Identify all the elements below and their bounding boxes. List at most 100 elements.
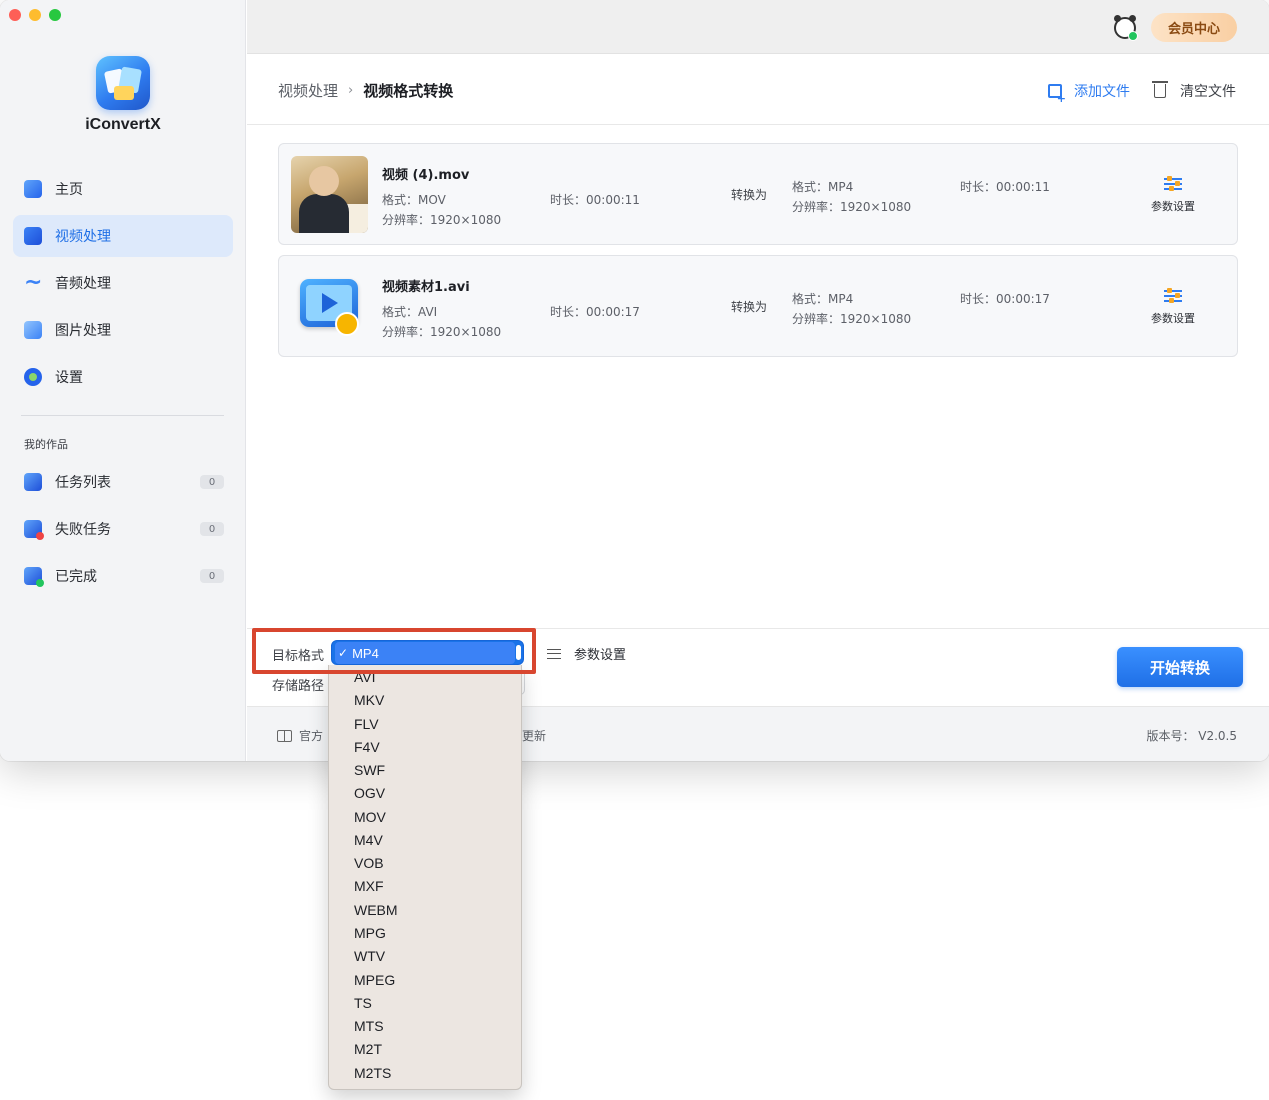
sidebar-divider xyxy=(21,415,224,416)
app-name: iConvertX xyxy=(85,116,161,133)
file-settings-button[interactable]: 参数设置 xyxy=(1145,176,1201,214)
format-option[interactable]: AVI xyxy=(354,668,376,686)
file-settings-label: 参数设置 xyxy=(1151,200,1195,213)
version-label: 版本号： V2.0.5 xyxy=(1146,729,1237,743)
global-settings-button[interactable]: 参数设置 xyxy=(547,644,626,663)
format-option[interactable]: OGV xyxy=(354,784,385,802)
format-option[interactable]: TS xyxy=(354,994,372,1012)
sidebar-item-label: 音频处理 xyxy=(55,276,111,292)
sidebar-item-failed-tasks[interactable]: 失败任务 0 xyxy=(13,508,233,550)
sidebar-item-settings[interactable]: 设置 xyxy=(13,356,233,398)
add-file-icon xyxy=(1048,84,1066,105)
video-thumbnail xyxy=(291,156,368,233)
breadcrumb: 视频处理 › 视频格式转换 xyxy=(278,80,453,101)
format-option[interactable]: MTS xyxy=(354,1017,384,1035)
count-badge: 0 xyxy=(200,522,224,536)
add-file-button[interactable]: 添加文件 xyxy=(1048,81,1130,105)
breadcrumb-parent[interactable]: 视频处理 xyxy=(278,80,338,101)
format-option[interactable]: WEBM xyxy=(354,901,398,919)
sidebar-item-audio[interactable]: 音频处理 xyxy=(13,262,233,304)
app-logo-icon xyxy=(96,56,150,110)
sidebar-item-label: 已完成 xyxy=(55,569,97,585)
close-window-button[interactable] xyxy=(9,9,21,21)
audio-wave-icon xyxy=(24,270,42,295)
file-card[interactable]: 视频 (4).mov 格式：MOV 分辨率：1920×1080 时长：00:00… xyxy=(278,143,1238,245)
sidebar-item-label: 图片处理 xyxy=(55,323,111,339)
format-option[interactable]: MOV xyxy=(354,808,386,826)
format-option[interactable]: VOB xyxy=(354,854,384,872)
source-format: 格式：MOV xyxy=(382,193,446,207)
sliders-icon xyxy=(547,648,561,659)
count-badge: 0 xyxy=(200,569,224,583)
format-option-label: MP4 xyxy=(352,645,379,661)
sidebar-item-label: 主页 xyxy=(55,182,83,198)
source-resolution: 分辨率：1920×1080 xyxy=(382,325,502,339)
convert-to-label: 转换为 xyxy=(731,300,768,314)
sidebar-item-label: 设置 xyxy=(55,370,83,386)
file-settings-button[interactable]: 参数设置 xyxy=(1145,288,1201,326)
my-works-title: 我的作品 xyxy=(24,438,68,451)
sidebar-item-video[interactable]: 视频处理 xyxy=(13,215,233,257)
output-duration: 时长：00:00:11 xyxy=(960,180,1050,194)
start-conversion-button[interactable]: 开始转换 xyxy=(1117,647,1243,687)
app-window: iConvertX 主页 视频处理 音频处理 图片处理 设置 xyxy=(0,0,1269,761)
window-controls xyxy=(9,9,61,21)
file-card[interactable]: 视频素材1.avi 格式：AVI 分辨率：1920×1080 时长：00:00:… xyxy=(278,255,1238,357)
output-format: 格式：MP4 xyxy=(792,292,854,306)
global-settings-label: 参数设置 xyxy=(574,648,627,663)
format-option[interactable]: M4V xyxy=(354,831,383,849)
output-duration: 时长：00:00:17 xyxy=(960,292,1050,306)
format-option[interactable]: MPG xyxy=(354,924,386,942)
sidebar-item-task-list[interactable]: 任务列表 0 xyxy=(13,461,233,503)
main-nav: 主页 视频处理 音频处理 图片处理 设置 xyxy=(13,168,233,403)
sidebar-item-completed[interactable]: 已完成 0 xyxy=(13,555,233,597)
format-option[interactable]: WTV xyxy=(354,947,385,965)
output-resolution: 分辨率：1920×1080 xyxy=(792,312,912,326)
zoom-window-button[interactable] xyxy=(49,9,61,21)
target-format-label: 目标格式 xyxy=(272,649,325,664)
source-format: 格式：AVI xyxy=(382,305,438,319)
format-option[interactable]: MXF xyxy=(354,877,384,895)
output-format: 格式：MP4 xyxy=(792,180,854,194)
top-bar: 会员中心 xyxy=(247,0,1269,54)
format-option[interactable]: MKV xyxy=(354,691,384,709)
clear-files-button[interactable]: 清空文件 xyxy=(1152,81,1236,101)
source-resolution: 分辨率：1920×1080 xyxy=(382,213,502,227)
breadcrumb-separator: › xyxy=(348,83,354,98)
minimize-window-button[interactable] xyxy=(29,9,41,21)
sidebar-item-image[interactable]: 图片处理 xyxy=(13,309,233,351)
trash-icon xyxy=(1152,81,1168,98)
update-link[interactable]: 更新 xyxy=(522,727,546,744)
sidebar-item-label: 任务列表 xyxy=(55,475,111,491)
format-option-selected[interactable]: ✓ MP4 xyxy=(335,642,515,664)
page-title: 视频格式转换 xyxy=(363,82,454,100)
official-label: 官方 xyxy=(299,729,324,743)
add-file-label: 添加文件 xyxy=(1074,84,1130,100)
file-settings-label: 参数设置 xyxy=(1151,312,1195,325)
format-option[interactable]: F4V xyxy=(354,738,380,756)
format-option[interactable]: SWF xyxy=(354,761,385,779)
video-file-icon xyxy=(291,268,368,345)
format-option[interactable]: MPEG xyxy=(354,971,395,989)
format-option[interactable]: FLV xyxy=(354,715,379,733)
checkmark-icon: ✓ xyxy=(338,646,349,660)
gear-icon xyxy=(24,368,42,386)
official-link[interactable]: 官方 xyxy=(277,727,323,744)
video-icon xyxy=(24,227,42,245)
book-icon xyxy=(277,729,292,742)
page-header: 视频处理 › 视频格式转换 添加文件 清空文件 xyxy=(247,54,1269,125)
source-duration: 时长：00:00:11 xyxy=(550,193,640,207)
avatar-status-icon xyxy=(1128,31,1138,41)
count-badge: 0 xyxy=(200,475,224,489)
task-list-icon xyxy=(24,473,42,491)
clear-files-label: 清空文件 xyxy=(1180,84,1236,100)
format-option[interactable]: M2TS xyxy=(354,1064,391,1082)
format-option[interactable]: M2T xyxy=(354,1040,382,1058)
file-name: 视频素材1.avi xyxy=(382,280,470,295)
sidebar-item-label: 失败任务 xyxy=(55,522,111,538)
vip-center-button[interactable]: 会员中心 xyxy=(1151,13,1237,42)
works-nav: 任务列表 0 失败任务 0 已完成 0 xyxy=(13,461,233,602)
completed-icon xyxy=(24,567,44,587)
sidebar-item-home[interactable]: 主页 xyxy=(13,168,233,210)
home-icon xyxy=(24,180,42,198)
